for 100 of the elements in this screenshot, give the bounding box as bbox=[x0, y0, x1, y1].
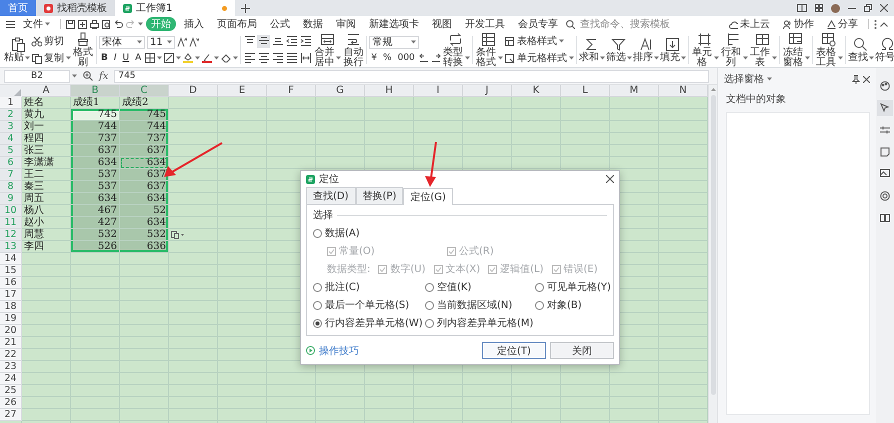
ribbon-tab[interactable]: 公式 bbox=[265, 17, 295, 31]
number-format-button[interactable]: ¥ bbox=[369, 52, 380, 64]
row-header[interactable]: 20 bbox=[0, 325, 22, 337]
user-avatar-icon[interactable] bbox=[831, 4, 840, 12]
ribbon-button[interactable]: 符号 bbox=[874, 32, 894, 66]
row-header[interactable]: 25 bbox=[0, 385, 22, 397]
column-header[interactable]: A bbox=[22, 85, 71, 97]
grid-icon[interactable] bbox=[815, 4, 823, 12]
number-format-dropdown[interactable]: 常规 bbox=[369, 36, 420, 48]
ribbon-tab[interactable]: 数据 bbox=[298, 17, 328, 31]
paste-options-icon[interactable] bbox=[171, 230, 184, 239]
increase-font-size-icon[interactable] bbox=[177, 37, 187, 47]
vertical-scrollbar[interactable] bbox=[708, 85, 717, 423]
ribbon-tab[interactable]: 插入 bbox=[179, 17, 209, 31]
ribbon-button[interactable]: 排序 bbox=[632, 32, 659, 66]
ribbon-button[interactable]: 复制 bbox=[31, 51, 71, 65]
chevron-up-icon[interactable] bbox=[880, 22, 888, 26]
name-box[interactable]: B2 bbox=[4, 70, 70, 82]
ribbon-tab[interactable]: 视图 bbox=[427, 17, 457, 31]
ribbon-tab[interactable]: 新建选项卡 bbox=[364, 17, 424, 31]
close-icon[interactable] bbox=[880, 4, 888, 12]
column-header[interactable]: H bbox=[365, 85, 414, 97]
dialog-tab[interactable]: 替换(P) bbox=[356, 187, 404, 204]
layout-icon[interactable] bbox=[797, 4, 807, 12]
preview-icon[interactable] bbox=[102, 20, 111, 28]
dialog-button[interactable]: 关闭 bbox=[550, 342, 614, 359]
dialog-tab[interactable]: 查找(D) bbox=[306, 187, 356, 204]
ribbon-button[interactable]: 剪切 bbox=[31, 34, 71, 48]
row-header[interactable]: 27 bbox=[0, 409, 22, 421]
borders-icon[interactable] bbox=[145, 52, 156, 62]
row-header[interactable]: 19 bbox=[0, 313, 22, 325]
number-format-button[interactable]: % bbox=[381, 52, 394, 64]
column-header[interactable]: G bbox=[316, 85, 365, 97]
column-header[interactable]: N bbox=[659, 85, 708, 97]
row-header[interactable]: 21 bbox=[0, 337, 22, 349]
ribbon-button[interactable]: 类型转换 bbox=[442, 32, 470, 66]
pin-icon[interactable] bbox=[852, 74, 860, 84]
align-button[interactable] bbox=[299, 34, 312, 48]
dialog-button[interactable]: 定位(T) bbox=[482, 342, 546, 359]
ribbon-button[interactable]: 查找 bbox=[848, 32, 874, 66]
radio-option[interactable]: 数据(A) bbox=[313, 226, 607, 240]
save-icon[interactable] bbox=[66, 20, 75, 28]
column-header[interactable]: F bbox=[267, 85, 316, 97]
radio-option[interactable]: 最后一个单元格(S) bbox=[313, 298, 425, 312]
column-header[interactable]: K bbox=[512, 85, 561, 97]
row-header[interactable]: 17 bbox=[0, 289, 22, 301]
toolbar-action[interactable]: 未上云 bbox=[724, 17, 775, 31]
radio-option[interactable]: 行内容差异单元格(W) bbox=[313, 316, 425, 330]
column-header[interactable]: E bbox=[218, 85, 267, 97]
decrease-decimal-icon[interactable] bbox=[430, 52, 441, 62]
increase-decimal-icon[interactable] bbox=[418, 52, 429, 62]
row-header[interactable]: 23 bbox=[0, 361, 22, 373]
plus-icon[interactable] bbox=[241, 4, 250, 12]
column-header[interactable]: D bbox=[169, 85, 218, 97]
more-icon[interactable] bbox=[874, 20, 877, 28]
font-size-dropdown[interactable]: 11 bbox=[147, 36, 175, 48]
ribbon-button[interactable]: 单元格样式 bbox=[504, 51, 574, 65]
document-tab[interactable]: 首页 bbox=[0, 0, 36, 16]
document-tab[interactable]: 找稻壳模板 bbox=[36, 0, 115, 16]
close-icon[interactable] bbox=[863, 76, 870, 82]
font-color-icon[interactable] bbox=[202, 52, 212, 62]
ribbon-button[interactable]: 筛选 bbox=[606, 32, 632, 66]
document-tab[interactable]: 工作簿1 bbox=[115, 0, 235, 16]
radio-option[interactable]: 批注(C) bbox=[313, 280, 425, 294]
ribbon-button[interactable]: 格式刷 bbox=[72, 32, 94, 66]
function-button[interactable]: fx bbox=[99, 70, 108, 82]
dialog-tab[interactable]: 定位(G) bbox=[403, 188, 453, 205]
file-menu[interactable]: 文件 bbox=[18, 17, 55, 31]
row-header[interactable]: 22 bbox=[0, 349, 22, 361]
row-header[interactable]: 15 bbox=[0, 265, 22, 277]
radio-option[interactable]: 可见单元格(Y) bbox=[535, 280, 611, 294]
align-button[interactable] bbox=[299, 52, 312, 64]
column-header[interactable]: L bbox=[561, 85, 610, 97]
decrease-font-size-icon[interactable] bbox=[189, 37, 199, 47]
text-style-button[interactable]: B bbox=[99, 52, 110, 64]
text-style-button[interactable]: I bbox=[112, 52, 119, 64]
close-icon[interactable] bbox=[606, 175, 614, 183]
radio-option[interactable]: 对象(B) bbox=[535, 298, 611, 312]
ribbon-button[interactable]: 表格样式 bbox=[504, 34, 574, 48]
menu-icon[interactable] bbox=[6, 20, 15, 28]
column-header[interactable]: I bbox=[414, 85, 463, 97]
side-tool-button[interactable] bbox=[877, 100, 893, 116]
ribbon-button[interactable]: 工作表 bbox=[748, 32, 777, 66]
ribbon-tab[interactable]: 审阅 bbox=[331, 17, 361, 31]
restore-icon[interactable] bbox=[864, 4, 872, 12]
zoom-icon[interactable] bbox=[83, 71, 93, 81]
tips-link[interactable]: 操作技巧 bbox=[319, 344, 359, 358]
panel-title[interactable]: 选择窗格 bbox=[724, 72, 764, 86]
ribbon-button[interactable]: 自动换行 bbox=[342, 32, 364, 66]
column-header[interactable]: J bbox=[463, 85, 512, 97]
ribbon-button[interactable]: 条件格式 bbox=[474, 32, 503, 66]
tips-icon[interactable] bbox=[306, 346, 315, 355]
ribbon-button[interactable]: 填充 bbox=[660, 32, 686, 66]
align-button[interactable] bbox=[257, 52, 270, 64]
row-header[interactable]: 1 bbox=[0, 97, 22, 109]
align-button[interactable] bbox=[285, 34, 298, 48]
ribbon-button[interactable]: 行和列 bbox=[720, 32, 748, 66]
ribbon-button[interactable]: 粘贴 bbox=[4, 32, 30, 66]
radio-option[interactable]: 列内容差异单元格(M) bbox=[425, 316, 535, 330]
search-field[interactable]: 查找命令、搜索模板 bbox=[578, 18, 686, 30]
